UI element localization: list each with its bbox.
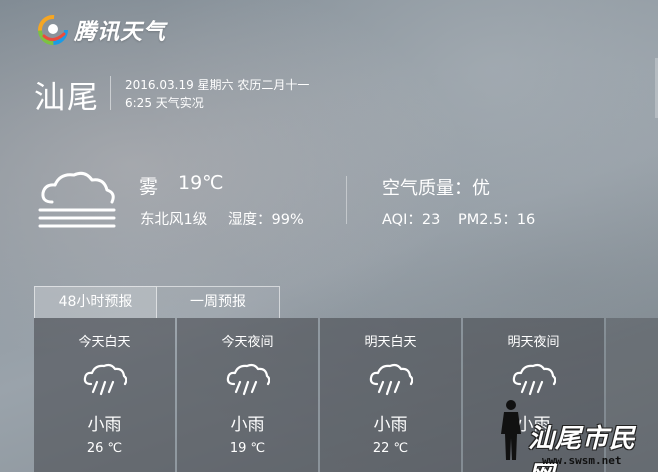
silhouette-figure-icon <box>501 400 521 460</box>
forecast-card: 今天夜间 小雨 19 ℃ <box>177 318 318 472</box>
forecast-temp: 22 ℃ <box>372 441 409 456</box>
tencent-weather-logo: 腾讯天气 <box>38 14 166 46</box>
current-condition: 雾 <box>139 176 159 198</box>
forecast-card: 今天白天 小雨 26 ℃ <box>34 318 175 472</box>
brand-name: 腾讯天气 <box>74 20 167 45</box>
rain-cloud-icon <box>512 363 556 396</box>
rain-cloud-icon <box>83 363 127 396</box>
forecast-card: 明天白天 小雨 22 ℃ <box>320 318 461 472</box>
air-quality-title: 空气质量：优 <box>382 178 490 199</box>
tencent-logo-icon <box>38 15 68 45</box>
current-temperature: 19℃ <box>178 172 224 194</box>
rain-cloud-icon <box>226 363 270 396</box>
fog-cloud-icon <box>38 171 116 228</box>
forecast-period: 今天夜间 <box>221 335 274 350</box>
update-time-text: 6:25 天气实况 <box>125 96 204 110</box>
tab-weekly[interactable]: 一周预报 <box>157 286 280 318</box>
date-text: 2016.03.19 星期六 农历二月十一 <box>125 78 310 92</box>
forecast-period: 明天白天 <box>364 335 417 350</box>
rain-cloud-icon <box>369 363 413 396</box>
watermark-url: www.swsm.net <box>542 454 622 467</box>
forecast-condition: 小雨 <box>87 415 122 435</box>
forecast-period: 今天白天 <box>78 335 131 350</box>
forecast-temp: 19 ℃ <box>229 441 266 456</box>
pm25-value: PM2.5：16 <box>458 212 536 228</box>
humidity-text: 湿度：99% <box>228 212 304 228</box>
city-name[interactable]: 汕尾 <box>34 72 100 117</box>
aqi-value: AQI：23 <box>382 212 441 228</box>
forecast-period: 明天夜间 <box>507 335 560 350</box>
forecast-condition: 小雨 <box>373 415 408 435</box>
forecast-tabs: 48小时预报 一周预报 <box>34 286 280 318</box>
forecast-condition: 小雨 <box>230 415 265 435</box>
wind-text: 东北风1级 <box>140 212 208 228</box>
header-divider <box>110 76 111 110</box>
forecast-temp: 26 ℃ <box>86 441 123 456</box>
current-divider <box>346 176 347 224</box>
site-watermark: 汕尾市民网 www.swsm.net <box>492 396 658 472</box>
tab-48-hour[interactable]: 48小时预报 <box>34 286 157 318</box>
